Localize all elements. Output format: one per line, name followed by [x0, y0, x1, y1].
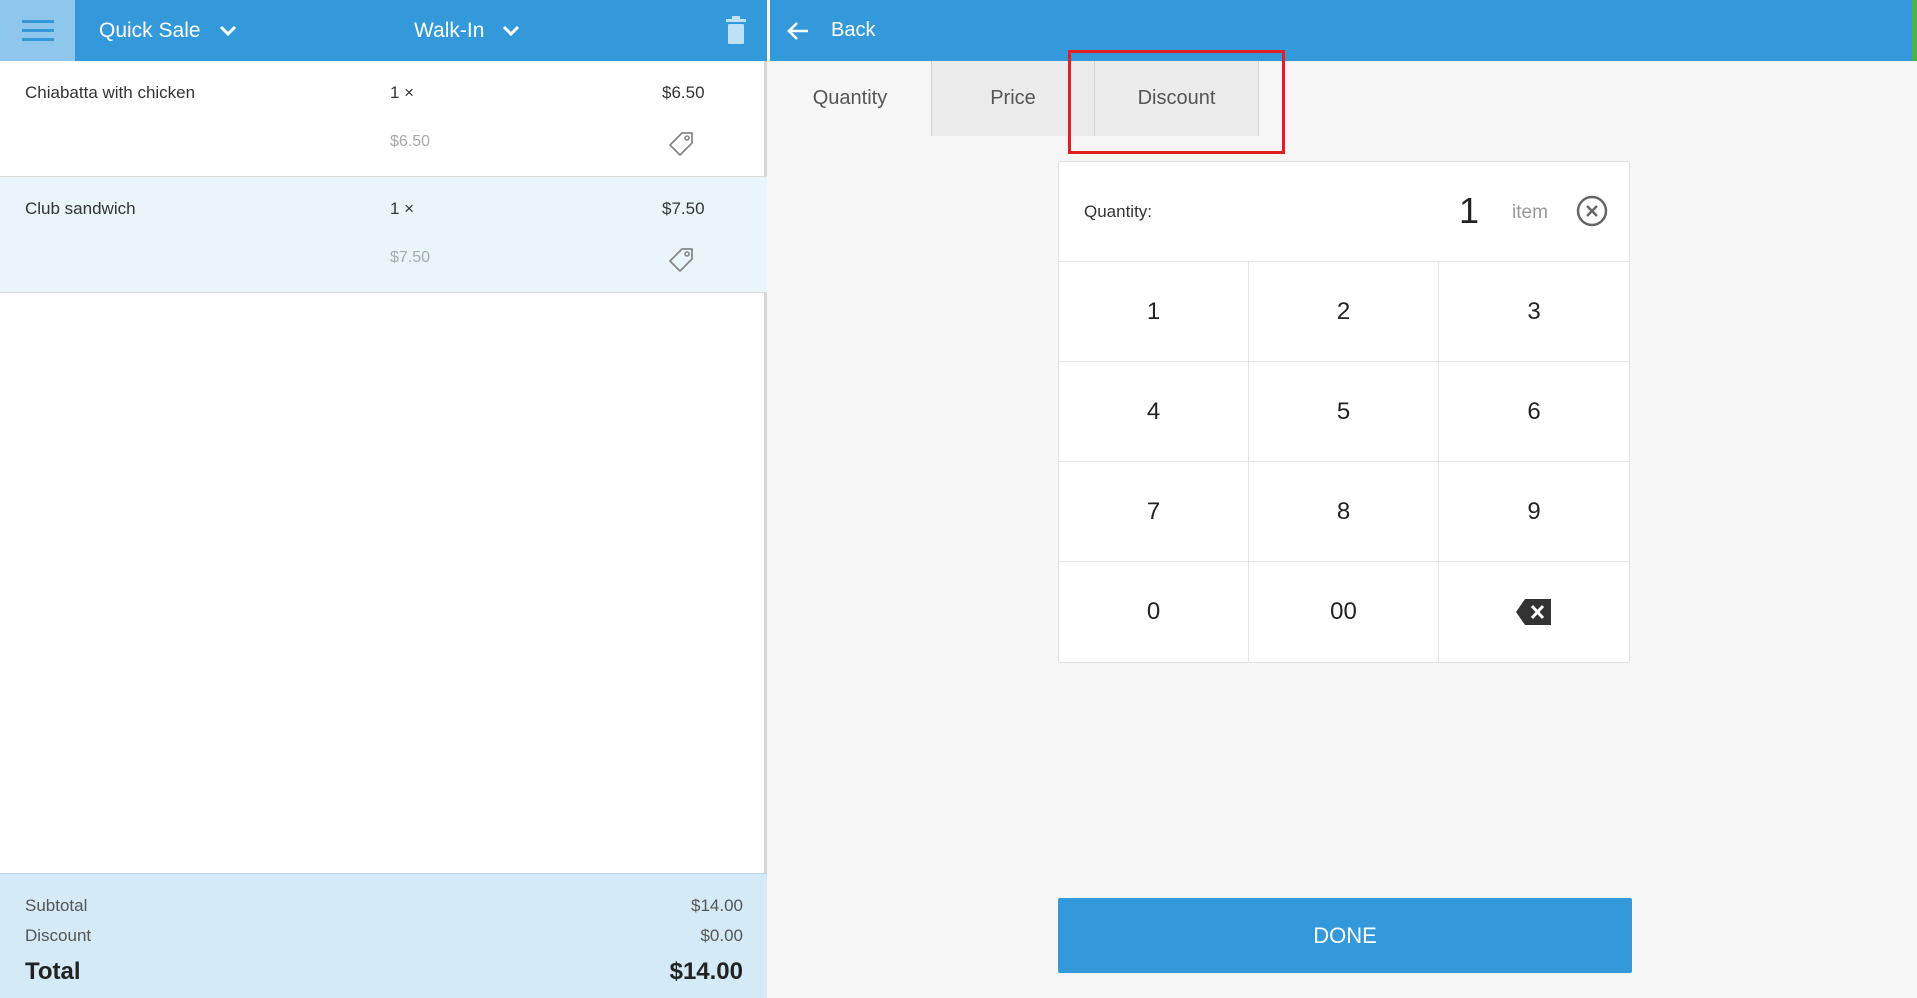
backspace-key[interactable] — [1439, 562, 1629, 662]
total-row: Total $14.00 — [25, 958, 743, 986]
item-price: $7.50 — [662, 199, 705, 218]
sale-type-label: Quick Sale — [99, 18, 201, 42]
item-price: $6.50 — [662, 83, 705, 102]
item-name: Chiabatta with chicken — [25, 83, 196, 102]
cart-panel: Quick Sale Walk-In Chiabatta with chicke… — [0, 0, 767, 998]
price-tag-icon[interactable] — [668, 247, 694, 273]
key-0[interactable]: 0 — [1059, 562, 1249, 662]
subtotal-row: Subtotal $14.00 — [25, 896, 743, 916]
key-8[interactable]: 8 — [1249, 462, 1439, 562]
item-quantity: 1 × — [390, 83, 415, 102]
discount-row: Discount $0.00 — [25, 926, 743, 946]
key-7[interactable]: 7 — [1059, 462, 1249, 562]
discount-label: Discount — [25, 926, 92, 945]
numeric-keypad: Quantity: 1 item 1 2 3 4 5 6 7 8 9 0 00 — [1058, 161, 1630, 663]
quantity-value: 1 — [1459, 190, 1480, 231]
price-tag-icon[interactable] — [668, 131, 694, 157]
totals-section: Subtotal $14.00 Discount $0.00 Total $14… — [0, 873, 767, 998]
done-button[interactable]: DONE — [1058, 898, 1632, 973]
backspace-icon — [1516, 599, 1551, 625]
menu-button[interactable] — [0, 0, 75, 61]
customer-label: Walk-In — [414, 18, 485, 42]
arrow-left-icon — [787, 21, 808, 40]
back-label: Back — [831, 19, 876, 41]
subtotal-label: Subtotal — [25, 896, 88, 915]
chevron-down-icon — [503, 25, 520, 36]
subtotal-value: $14.00 — [691, 896, 743, 915]
cart-line-item[interactable]: Chiabatta with chicken 1 × $6.50 $6.50 — [0, 61, 767, 177]
chevron-down-icon — [219, 25, 236, 36]
item-name: Club sandwich — [25, 199, 136, 218]
total-label: Total — [25, 958, 81, 985]
key-9[interactable]: 9 — [1439, 462, 1629, 562]
key-4[interactable]: 4 — [1059, 362, 1249, 462]
key-00[interactable]: 00 — [1249, 562, 1439, 662]
quantity-label: Quantity: — [1084, 202, 1153, 221]
tab-discount[interactable]: Discount — [1095, 61, 1259, 136]
tab-quantity[interactable]: Quantity — [770, 61, 930, 136]
back-button[interactable]: Back — [787, 0, 875, 61]
sale-type-dropdown[interactable]: Quick Sale — [99, 0, 237, 61]
cart-line-item[interactable]: Club sandwich 1 × $7.50 $7.50 — [0, 177, 767, 293]
hamburger-icon — [21, 19, 54, 41]
key-2[interactable]: 2 — [1249, 262, 1439, 362]
key-5[interactable]: 5 — [1249, 362, 1439, 462]
status-edge — [1912, 0, 1917, 61]
key-6[interactable]: 6 — [1439, 362, 1629, 462]
item-quantity: 1 × — [390, 199, 415, 218]
editor-header: Back — [770, 0, 1917, 61]
customer-dropdown[interactable]: Walk-In — [414, 0, 520, 61]
quantity-unit: item — [1512, 202, 1548, 223]
key-1[interactable]: 1 — [1059, 262, 1249, 362]
total-value: $14.00 — [669, 958, 743, 985]
trash-icon[interactable] — [724, 16, 748, 44]
item-unit-price: $7.50 — [390, 249, 431, 266]
discount-value: $0.00 — [700, 926, 743, 945]
key-3[interactable]: 3 — [1439, 262, 1629, 362]
quantity-display: Quantity: 1 item — [1059, 162, 1629, 262]
tab-price[interactable]: Price — [931, 61, 1095, 136]
keypad-grid: 1 2 3 4 5 6 7 8 9 0 00 — [1059, 262, 1629, 662]
item-unit-price: $6.50 — [390, 133, 431, 150]
clear-circle-icon[interactable] — [1575, 194, 1609, 228]
cart-header: Quick Sale Walk-In — [0, 0, 767, 61]
